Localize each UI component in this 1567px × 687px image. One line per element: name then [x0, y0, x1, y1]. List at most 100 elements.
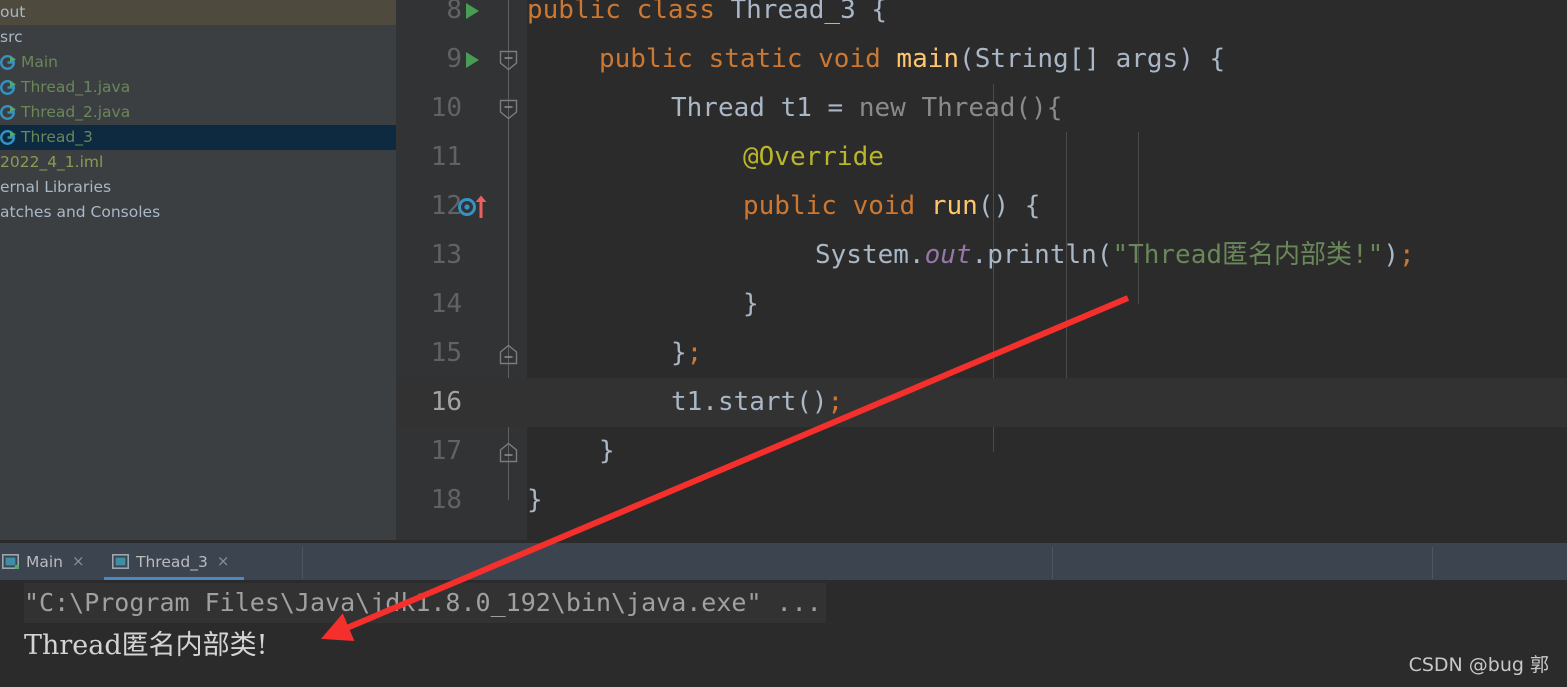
project-tree-item-ernal-libraries[interactable]: ernal Libraries — [0, 175, 396, 200]
code-token: @Override — [743, 142, 884, 172]
code-line-10[interactable]: 10 Thread t1 = new Thread(){ — [396, 84, 1567, 133]
line-number: 10 — [430, 93, 462, 123]
project-tree-item-main[interactable]: Main — [0, 50, 396, 75]
run-tab-thread_3[interactable]: Thread_3 × — [104, 543, 237, 580]
close-icon[interactable]: × — [72, 554, 85, 569]
console-output-line: Thread匿名内部类! — [24, 630, 268, 661]
code-token: public static void — [599, 44, 897, 74]
code-editor[interactable]: 8 public class Thread_3 {9 public static v… — [396, 0, 1567, 540]
project-tree-item-out[interactable]: out — [0, 0, 396, 25]
csdn-watermark: CSDN @bug 郭 — [1408, 654, 1549, 676]
project-tree-item-label: 2022_4_1.iml — [0, 153, 104, 171]
code-token: System. — [815, 240, 925, 270]
java-class-icon — [0, 54, 17, 71]
project-tree-item-src[interactable]: src — [0, 25, 396, 50]
run-tab-label: Thread_3 — [136, 552, 208, 571]
code-line-text: } — [527, 280, 759, 329]
java-class-icon — [0, 79, 17, 96]
project-tree-item-label: atches and Consoles — [0, 203, 161, 221]
code-token: public void — [743, 191, 931, 221]
code-line-text: System.out.println("Thread匿名内部类!"); — [527, 231, 1415, 280]
code-token: ; — [1398, 240, 1415, 270]
code-token: } — [599, 436, 615, 466]
code-token: } — [527, 485, 543, 515]
project-tree-item-atches-and-consoles[interactable]: atches and Consoles — [0, 200, 396, 225]
fold-collapse-icon[interactable] — [499, 99, 518, 120]
run-tab-label: Main — [26, 552, 64, 571]
code-line-13[interactable]: 13 System.out.println("Thread匿名内部类!"); — [396, 231, 1567, 280]
line-number: 17 — [430, 436, 462, 466]
code-token: class — [636, 0, 731, 25]
code-line-17[interactable]: 17} — [396, 427, 1567, 476]
code-token: .println( — [971, 240, 1113, 270]
project-tree-item-label: Thread_2.java — [21, 103, 131, 121]
code-line-11[interactable]: 11 @Override — [396, 133, 1567, 182]
tabbar-divider-1 — [1052, 547, 1053, 579]
code-token: t1.start() — [671, 387, 828, 417]
project-tree-item-thread_1-java[interactable]: Thread_1.java — [0, 75, 396, 100]
code-token: ) — [1383, 240, 1399, 270]
code-line-text: Thread t1 = new Thread(){ — [527, 84, 1062, 133]
code-token: ; — [686, 338, 703, 368]
fold-end-icon[interactable] — [499, 344, 518, 365]
code-line-18[interactable]: 18} — [396, 476, 1567, 525]
code-line-15[interactable]: 15}; — [396, 329, 1567, 378]
ide-window: out src Main Thread_1.java Thread_2.java Thre… — [0, 0, 1567, 687]
run-tab-main[interactable]: Main × — [0, 543, 93, 580]
project-tree-item-label: Main — [21, 53, 59, 71]
java-class-icon — [0, 129, 17, 146]
project-tree-item-label: ernal Libraries — [0, 178, 112, 196]
line-number: 18 — [430, 485, 462, 515]
code-line-text: } — [527, 427, 615, 476]
code-token: ; — [827, 387, 844, 417]
code-line-text: public static void main(String[] args) { — [527, 35, 1225, 84]
console-output-panel[interactable]: "C:\Program Files\Java\jdk1.8.0_192\bin\… — [0, 580, 1567, 687]
code-token: Thread(){ — [921, 93, 1063, 123]
line-number: 14 — [430, 289, 462, 319]
code-line-text: @Override — [527, 133, 884, 182]
run-gutter-icon[interactable] — [466, 51, 479, 68]
project-tree-item-label: src — [0, 28, 23, 46]
code-line-12[interactable]: 12 public void run() { — [396, 182, 1567, 231]
project-tree-item-label: out — [0, 3, 26, 21]
override-method-icon[interactable] — [458, 194, 491, 220]
tabbar-divider-0 — [302, 547, 303, 579]
run-tool-window-tabs[interactable]: Main × Thread_3 × — [0, 540, 1567, 580]
console-icon — [2, 554, 20, 570]
project-tree-item-label: Thread_3 — [21, 128, 93, 146]
code-line-text: t1.start(); — [527, 378, 843, 427]
tabbar-divider-2 — [1432, 547, 1433, 579]
code-line-9[interactable]: 9 public static void main(String[] args) … — [396, 35, 1567, 84]
line-number: 12 — [430, 191, 462, 221]
code-token: out — [924, 240, 972, 270]
fold-end-icon[interactable] — [499, 442, 518, 463]
close-icon[interactable]: × — [217, 554, 230, 569]
fold-collapse-icon[interactable] — [499, 50, 518, 71]
line-number: 8 — [446, 0, 462, 25]
project-tree-item-thread_3[interactable]: Thread_3 — [0, 125, 396, 150]
line-number: 15 — [430, 338, 462, 368]
line-number: 11 — [430, 142, 462, 172]
project-tree-item-thread_2-java[interactable]: Thread_2.java — [0, 100, 396, 125]
project-tree-item-2022_4_1-iml[interactable]: 2022_4_1.iml — [0, 150, 396, 175]
code-token: Thread t1 = — [671, 93, 859, 123]
code-token: } — [743, 289, 759, 319]
code-line-8[interactable]: 8 public class Thread_3 { — [396, 0, 1567, 35]
code-token: } — [671, 338, 687, 368]
code-token: "Thread匿名内部类!" — [1112, 240, 1384, 270]
line-number: 13 — [430, 240, 462, 270]
code-token: main — [896, 44, 960, 74]
project-tree-panel[interactable]: out src Main Thread_1.java Thread_2.java Thre… — [0, 0, 396, 540]
code-line-text: public class Thread_3 { — [527, 0, 887, 35]
run-gutter-icon[interactable] — [466, 2, 479, 19]
code-line-14[interactable]: 14} — [396, 280, 1567, 329]
code-line-text: } — [527, 476, 543, 525]
code-token: Thread_3 { — [730, 0, 888, 25]
code-line-text: public void run() { — [527, 182, 1040, 231]
code-line-text: }; — [527, 329, 702, 378]
code-token: run — [930, 191, 978, 221]
java-class-icon — [0, 104, 17, 121]
console-icon — [112, 554, 129, 569]
project-tree-item-label: Thread_1.java — [21, 78, 131, 96]
code-line-16[interactable]: 16 t1.start(); — [396, 378, 1567, 427]
